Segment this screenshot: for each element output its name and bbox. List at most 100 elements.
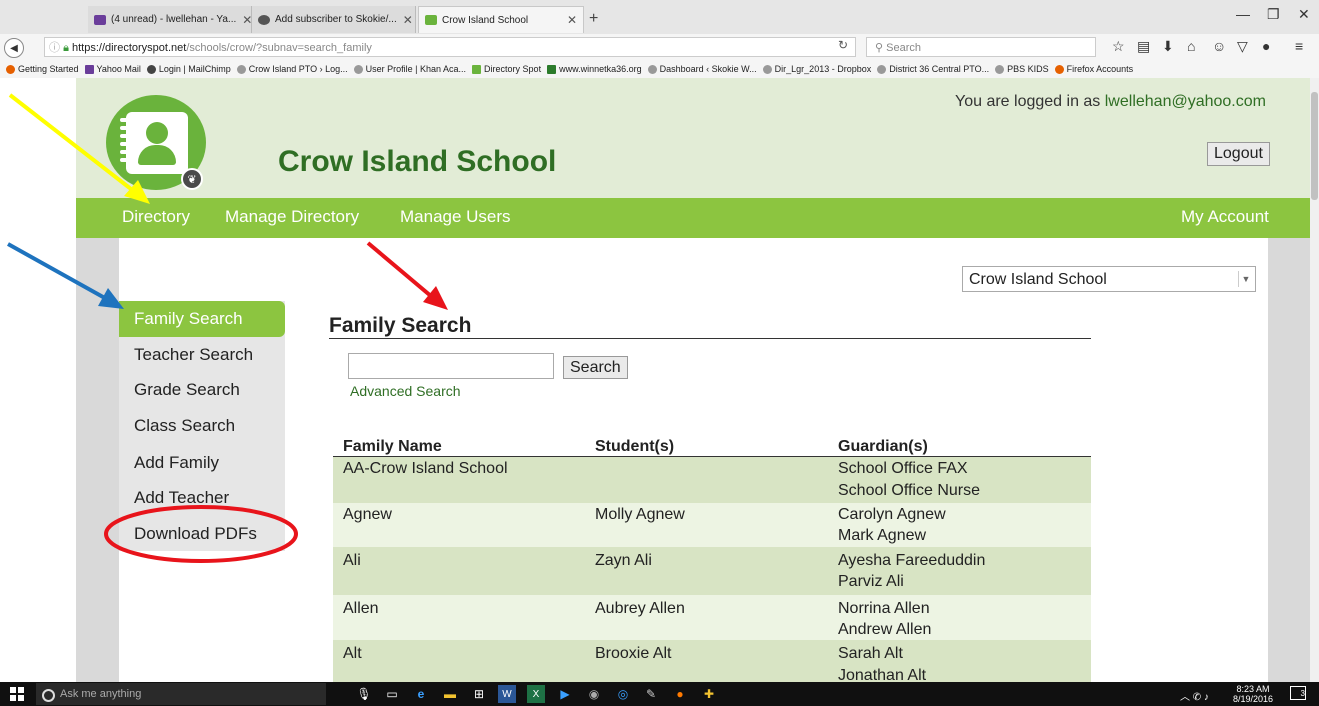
guardian-cell: School Office Nurse bbox=[838, 482, 980, 499]
pocket-icon[interactable]: ▽ bbox=[1237, 38, 1248, 55]
back-arrow-icon[interactable]: ◀ bbox=[4, 38, 24, 58]
system-tray-icons[interactable]: ︿ ✆ ♪ bbox=[1180, 688, 1209, 703]
excel-icon[interactable]: X bbox=[527, 685, 545, 703]
family-name-cell[interactable]: Alt bbox=[343, 644, 362, 664]
new-tab-button[interactable]: + bbox=[589, 10, 598, 28]
notification-icon[interactable]: 3 bbox=[1290, 686, 1306, 700]
divider bbox=[329, 338, 1091, 339]
edge-icon[interactable]: e bbox=[412, 685, 430, 703]
hp-icon[interactable]: ◎ bbox=[614, 685, 632, 703]
table-row[interactable]: Agnew Molly Agnew Carolyn Agnew Mark Agn… bbox=[333, 503, 1091, 547]
bookmark-item[interactable]: Yahoo Mail bbox=[84, 64, 141, 74]
advanced-search-link[interactable]: Advanced Search bbox=[350, 383, 461, 399]
chevron-down-icon[interactable]: ▼ bbox=[1238, 271, 1253, 287]
word-icon[interactable]: W bbox=[498, 685, 516, 703]
table-row[interactable]: AA-Crow Island School School Office FAX … bbox=[333, 457, 1091, 503]
logout-button[interactable]: Logout bbox=[1207, 142, 1270, 166]
reload-icon[interactable]: ↻ bbox=[838, 38, 848, 52]
students-cell: Aubrey Allen bbox=[595, 600, 685, 617]
family-name-cell[interactable]: Allen bbox=[343, 599, 379, 619]
user-email-link[interactable]: lwellehan@yahoo.com bbox=[1105, 93, 1266, 110]
taskbar-clock[interactable]: 8:23 AM 8/19/2016 bbox=[1233, 684, 1273, 704]
bookmark-item[interactable]: PBS KIDS bbox=[995, 64, 1049, 74]
bookmark-star-icon[interactable]: ☆ bbox=[1112, 38, 1125, 55]
person-head-icon bbox=[146, 122, 168, 144]
sidebar-item-class-search[interactable]: Class Search bbox=[119, 408, 285, 444]
globe-icon bbox=[236, 64, 246, 74]
globe-icon bbox=[762, 64, 772, 74]
family-name-cell[interactable]: Agnew bbox=[343, 505, 392, 525]
url-path: /schools/crow/?subnav=search_family bbox=[186, 42, 372, 54]
browser-search-box[interactable]: ⚲ Search bbox=[866, 37, 1096, 57]
close-icon[interactable]: ✕ bbox=[561, 13, 577, 27]
bookmark-item[interactable]: User Profile | Khan Aca... bbox=[353, 64, 466, 74]
clock-time: 8:23 AM bbox=[1236, 684, 1270, 694]
sidebar-item-add-teacher[interactable]: Add Teacher bbox=[119, 480, 285, 516]
scrollbar-thumb[interactable] bbox=[1311, 92, 1318, 200]
nav-manage-directory[interactable]: Manage Directory bbox=[225, 207, 359, 227]
guardian-cell: Parviz Ali bbox=[838, 573, 904, 590]
family-name-cell[interactable]: Ali bbox=[343, 551, 361, 571]
app-icon[interactable]: ◉ bbox=[585, 685, 603, 703]
nav-manage-users[interactable]: Manage Users bbox=[400, 207, 511, 227]
minimize-window-button[interactable]: — bbox=[1236, 6, 1250, 22]
nav-directory[interactable]: Directory bbox=[122, 207, 190, 227]
download-icon[interactable]: ⬇ bbox=[1162, 38, 1174, 55]
bookmark-item[interactable]: District 36 Central PTO... bbox=[877, 64, 989, 74]
tab-label: Add subscriber to Skokie/... bbox=[275, 14, 397, 25]
tab-label: (4 unread) - lwellehan - Ya... bbox=[111, 14, 237, 25]
maximize-window-button[interactable]: ❐ bbox=[1267, 6, 1280, 23]
microphone-icon[interactable]: 🎙︎ bbox=[355, 685, 373, 703]
school-select[interactable]: Crow Island School bbox=[962, 266, 1256, 292]
sidebar-item-download-pdfs[interactable]: Download PDFs bbox=[119, 516, 285, 552]
family-name-cell[interactable]: AA-Crow Island School bbox=[343, 459, 508, 479]
sidebar-item-grade-search[interactable]: Grade Search bbox=[119, 372, 285, 408]
bookmark-item[interactable]: www.winnetka36.org bbox=[547, 64, 642, 74]
bookmark-item[interactable]: Firefox Accounts bbox=[1054, 64, 1133, 74]
menu-icon[interactable]: ≡ bbox=[1295, 38, 1303, 54]
bookmark-item[interactable]: Dir_Lgr_2013 - Dropbox bbox=[762, 64, 871, 74]
sidebar-item-teacher-search[interactable]: Teacher Search bbox=[119, 337, 285, 373]
home-icon[interactable]: ⌂ bbox=[1187, 38, 1195, 54]
bookmarks-bar: Getting Started Yahoo Mail Login | MailC… bbox=[0, 60, 1319, 79]
book-rings-icon bbox=[120, 118, 130, 168]
bookmark-item[interactable]: Getting Started bbox=[6, 64, 79, 74]
table-row[interactable]: Allen Aubrey Allen Norrina Allen Andrew … bbox=[333, 595, 1091, 640]
firefox-icon[interactable]: ● bbox=[671, 685, 689, 703]
bookmark-item[interactable]: Crow Island PTO › Log... bbox=[236, 64, 348, 74]
search-icon: ⚲ bbox=[875, 42, 884, 54]
browser-tab-yahoo-mail[interactable]: (4 unread) - lwellehan - Ya... ✕ bbox=[88, 6, 252, 33]
nav-my-account[interactable]: My Account bbox=[1181, 207, 1269, 227]
table-row[interactable]: Ali Zayn Ali Ayesha Fareeduddin Parviz A… bbox=[333, 547, 1091, 595]
paint-icon[interactable]: ✎ bbox=[642, 685, 660, 703]
pinned-app-icon[interactable]: ✚ bbox=[700, 685, 718, 703]
bookmark-item[interactable]: Login | MailChimp bbox=[146, 64, 231, 74]
family-search-input[interactable] bbox=[348, 353, 554, 379]
sidebar-item-add-family[interactable]: Add Family bbox=[119, 445, 285, 481]
extension-icon[interactable]: ● bbox=[1262, 38, 1270, 54]
reading-list-icon[interactable]: ▤ bbox=[1137, 38, 1150, 55]
store-icon[interactable]: ⊞ bbox=[470, 685, 488, 703]
guardian-cell: Mark Agnew bbox=[838, 527, 927, 544]
task-view-icon[interactable]: ▭ bbox=[383, 685, 401, 703]
chat-icon[interactable]: ☺ bbox=[1212, 38, 1226, 54]
browser-tab-crow-island[interactable]: Crow Island School ✕ bbox=[418, 6, 584, 33]
windows-start-icon[interactable] bbox=[10, 687, 24, 701]
students-cell: Molly Agnew bbox=[595, 506, 685, 523]
browser-tab-mailchimp[interactable]: Add subscriber to Skokie/... ✕ bbox=[252, 6, 416, 33]
globe-icon bbox=[647, 64, 657, 74]
directory-spot-icon bbox=[425, 15, 437, 25]
close-icon[interactable]: ✕ bbox=[397, 13, 413, 27]
bookmark-item[interactable]: Directory Spot bbox=[472, 64, 541, 74]
close-window-button[interactable]: ✕ bbox=[1298, 6, 1310, 23]
cortana-search-box[interactable]: Ask me anything bbox=[36, 683, 326, 705]
sidebar-item-family-search[interactable]: Family Search bbox=[119, 301, 285, 337]
bookmark-item[interactable]: Dashboard ‹ Skokie W... bbox=[647, 64, 757, 74]
close-icon[interactable]: ✕ bbox=[236, 13, 251, 27]
search-button[interactable]: Search bbox=[563, 356, 628, 379]
url-bar[interactable]: ⓘ 🔒︎ https://directoryspot.net/schools/c… bbox=[44, 37, 856, 57]
table-row[interactable]: Alt Brooxie Alt Sarah Alt Jonathan Alt bbox=[333, 640, 1091, 682]
file-explorer-icon[interactable]: ▬ bbox=[441, 685, 459, 703]
guardian-cell: Norrina Allen bbox=[838, 600, 930, 617]
media-icon[interactable]: ▶ bbox=[556, 685, 574, 703]
